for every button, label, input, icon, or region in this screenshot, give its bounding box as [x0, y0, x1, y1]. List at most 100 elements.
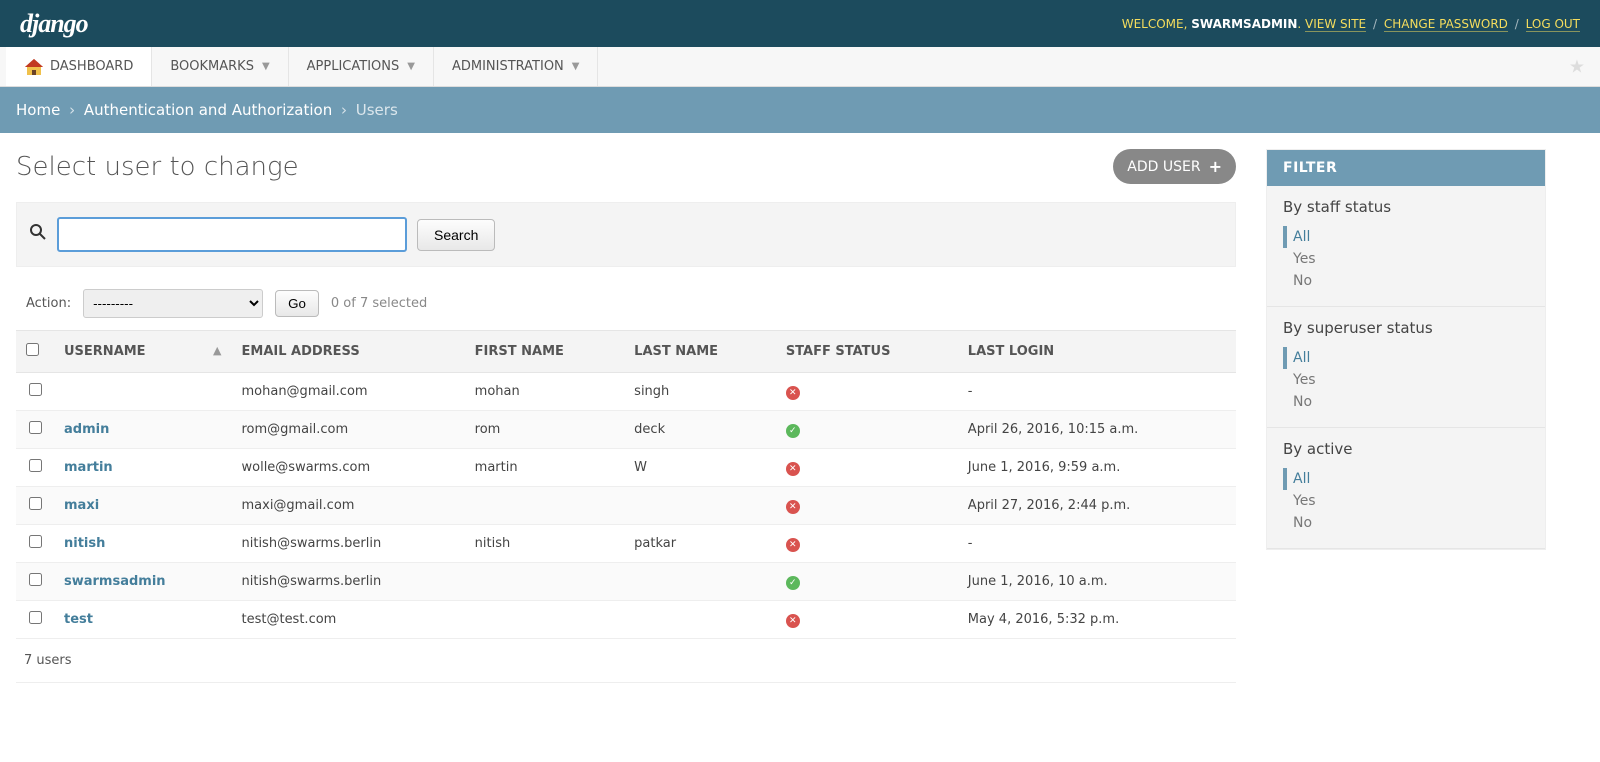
go-button[interactable]: Go: [275, 290, 319, 317]
view-site-link[interactable]: VIEW SITE: [1305, 17, 1366, 32]
breadcrumb-separator: ›: [69, 101, 75, 119]
cell-last-login: June 1, 2016, 9:59 a.m.: [958, 449, 1236, 487]
cell-staff-status: ✕: [776, 601, 958, 639]
table-row: swarmsadmin nitish@swarms.berlin ✓ June 1, …: [16, 563, 1236, 601]
column-last-login[interactable]: LAST LOGIN: [958, 331, 1236, 373]
action-row: Action: --------- Go 0 of 7 selected: [16, 289, 1236, 330]
breadcrumb-home[interactable]: Home: [16, 101, 60, 119]
cell-email: test@test.com: [232, 601, 465, 639]
username-link[interactable]: test: [64, 612, 93, 627]
filter-option-link[interactable]: No: [1293, 273, 1312, 289]
check-icon: ✓: [786, 424, 800, 438]
column-first-name[interactable]: FIRST NAME: [465, 331, 625, 373]
column-staff-status[interactable]: STAFF STATUS: [776, 331, 958, 373]
row-checkbox[interactable]: [29, 459, 42, 472]
cell-email: nitish@swarms.berlin: [232, 563, 465, 601]
row-checkbox[interactable]: [29, 573, 42, 586]
nav-dashboard-label: DASHBOARD: [50, 59, 133, 74]
username-link[interactable]: maxi: [64, 498, 99, 513]
cell-staff-status: ✓: [776, 563, 958, 601]
cell-email: rom@gmail.com: [232, 411, 465, 449]
row-checkbox[interactable]: [29, 421, 42, 434]
cell-last-login: April 26, 2016, 10:15 a.m.: [958, 411, 1236, 449]
nav-bookmarks[interactable]: BOOKMARKS ▼: [152, 47, 288, 86]
home-icon: [24, 58, 44, 76]
cell-first_name: [465, 563, 625, 601]
cell-last_name: W: [624, 449, 776, 487]
cell-staff-status: ✕: [776, 487, 958, 525]
select-all-header: [16, 331, 54, 373]
change-password-link[interactable]: CHANGE PASSWORD: [1384, 17, 1508, 32]
cell-username: admin: [54, 411, 232, 449]
nav-administration[interactable]: ADMINISTRATION ▼: [434, 47, 599, 86]
user-tools: WELCOME, SWARMSADMIN. VIEW SITE / CHANGE…: [1122, 17, 1580, 31]
column-email[interactable]: EMAIL ADDRESS: [232, 331, 465, 373]
filter-option: All: [1283, 468, 1529, 490]
cell-email: mohan@gmail.com: [232, 373, 465, 411]
action-select[interactable]: ---------: [83, 289, 263, 318]
table-row: testtest@test.com✕May 4, 2016, 5:32 p.m.: [16, 601, 1236, 639]
cross-icon: ✕: [786, 500, 800, 514]
search-input[interactable]: [57, 217, 407, 252]
filter-option: Yes: [1283, 248, 1529, 270]
cell-username: maxi: [54, 487, 232, 525]
filter-option-link[interactable]: No: [1293, 515, 1312, 531]
filter-option-link[interactable]: All: [1293, 350, 1310, 366]
filter-option: Yes: [1283, 369, 1529, 391]
filter-option: All: [1283, 226, 1529, 248]
check-icon: ✓: [786, 576, 800, 590]
cell-last-login: -: [958, 373, 1236, 411]
top-header: django WELCOME, SWARMSADMIN. VIEW SITE /…: [0, 0, 1600, 47]
username-link[interactable]: nitish: [64, 536, 105, 551]
filter-group: By superuser statusAllYesNo: [1267, 307, 1545, 428]
add-user-button[interactable]: ADD USER +: [1113, 149, 1236, 184]
breadcrumb-auth[interactable]: Authentication and Authorization: [84, 101, 332, 119]
logout-link[interactable]: LOG OUT: [1526, 17, 1580, 32]
cell-first_name: nitish: [465, 525, 625, 563]
filter-group: By staff statusAllYesNo: [1267, 186, 1545, 307]
column-last-name[interactable]: LAST NAME: [624, 331, 776, 373]
cross-icon: ✕: [786, 538, 800, 552]
username-link[interactable]: swarmsadmin: [64, 574, 166, 589]
filter-option-link[interactable]: Yes: [1293, 251, 1316, 267]
separator: /: [1515, 17, 1519, 31]
cell-staff-status: ✕: [776, 525, 958, 563]
filter-option: Yes: [1283, 490, 1529, 512]
filter-option: No: [1283, 512, 1529, 534]
nav-dashboard[interactable]: DASHBOARD: [6, 47, 152, 86]
filter-option-link[interactable]: Yes: [1293, 372, 1316, 388]
row-checkbox[interactable]: [29, 497, 42, 510]
filter-option-link[interactable]: Yes: [1293, 493, 1316, 509]
filter-group-label: By active: [1283, 440, 1529, 458]
filter-group: By active All Yes No: [1267, 428, 1545, 549]
filter-option: All: [1283, 347, 1529, 369]
cell-first_name: rom: [465, 411, 625, 449]
username-link[interactable]: martin: [64, 460, 113, 475]
filter-option-link[interactable]: No: [1293, 394, 1312, 410]
cell-last-login: -: [958, 525, 1236, 563]
username-link[interactable]: admin: [64, 422, 109, 437]
cell-last_name: singh: [624, 373, 776, 411]
selection-counter: 0 of 7 selected: [331, 296, 427, 311]
cell-last_name: deck: [624, 411, 776, 449]
logo: django: [20, 9, 88, 39]
select-all-checkbox[interactable]: [26, 343, 39, 356]
row-checkbox[interactable]: [29, 535, 42, 548]
chevron-down-icon: ▼: [407, 61, 415, 72]
filter-option-link[interactable]: All: [1293, 229, 1310, 245]
cell-last-login: June 1, 2016, 10 a.m.: [958, 563, 1236, 601]
nav-applications[interactable]: APPLICATIONS ▼: [289, 47, 434, 86]
column-username[interactable]: USERNAME▲: [54, 331, 232, 373]
row-checkbox[interactable]: [29, 611, 42, 624]
cell-last_name: [624, 487, 776, 525]
table-row: nitishnitish@swarms.berlinnitishpatkar✕-: [16, 525, 1236, 563]
cell-last_name: patkar: [624, 525, 776, 563]
row-checkbox[interactable]: [29, 383, 42, 396]
search-button[interactable]: Search: [417, 219, 495, 251]
sort-asc-icon: ▲: [213, 344, 221, 357]
plus-icon: +: [1209, 157, 1222, 176]
content: Select user to change ADD USER + Search …: [0, 133, 1600, 699]
star-icon[interactable]: ★: [1569, 56, 1585, 77]
search-icon: [29, 223, 47, 246]
filter-option-link[interactable]: All: [1293, 471, 1310, 487]
